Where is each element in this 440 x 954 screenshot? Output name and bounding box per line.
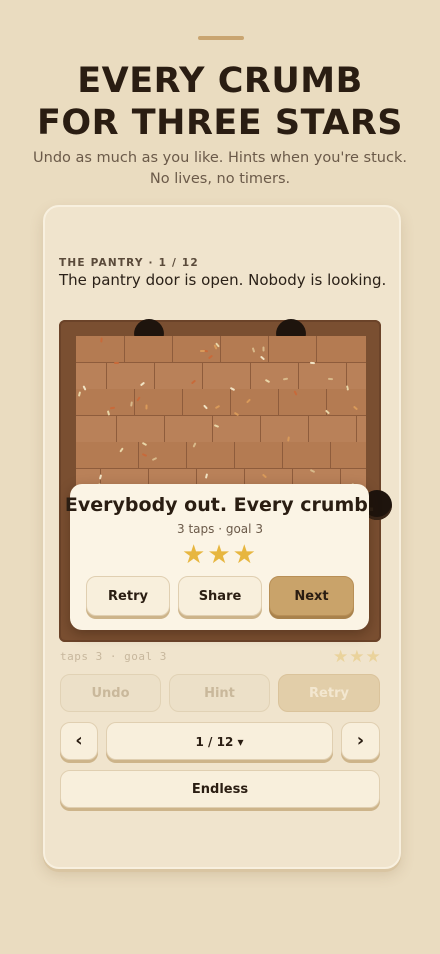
endless-button[interactable]: Endless	[60, 770, 380, 808]
plank-seam	[212, 415, 213, 442]
level-tag: THE PANTRY · 1 / 12	[59, 257, 199, 269]
page-subhead: Undo as much as you like. Hints when you…	[33, 150, 407, 187]
plank-seam	[124, 336, 125, 362]
crumb	[327, 377, 334, 381]
plank-seam	[316, 336, 317, 362]
crumb	[145, 404, 148, 410]
plank-seam	[282, 442, 283, 468]
floor-plank-row	[76, 389, 366, 416]
floor-plank-row	[76, 442, 366, 469]
chevron-right-icon: ›	[356, 730, 365, 751]
hint-button[interactable]: Hint	[169, 674, 270, 712]
result-title: Everybody out. Every crumb.	[64, 494, 376, 516]
level-stars: ★★★	[333, 647, 382, 667]
headline-line-1: EVERY CRUMB	[77, 61, 363, 101]
plank-seam	[106, 362, 107, 389]
floor-plank-row	[76, 415, 366, 443]
chevron-left-icon: ‹	[75, 730, 83, 751]
plank-seam	[202, 362, 203, 389]
result-stars: ★★★	[182, 540, 258, 570]
plank-seam	[268, 336, 269, 362]
plank-seam	[164, 415, 165, 442]
level-picker[interactable]: 1 / 12 ▾	[106, 722, 333, 760]
level-description: The pantry door is open. Nobody is looki…	[59, 271, 387, 289]
result-summary: 3 taps · goal 3	[177, 522, 263, 536]
sheet-grabber[interactable]	[198, 36, 244, 40]
retry-button[interactable]: Retry	[278, 674, 380, 712]
plank-seam	[298, 362, 299, 389]
plank-seam	[154, 362, 155, 389]
plank-seam	[260, 415, 261, 442]
plank-seam	[134, 389, 135, 415]
plank-seam	[172, 336, 173, 362]
tap-stats: taps 3 · goal 3	[60, 650, 167, 663]
dialog-retry-button[interactable]: Retry	[86, 576, 170, 616]
headline-line-2: FOR THREE STARS	[36, 103, 404, 143]
plank-seam	[234, 442, 235, 468]
plank-seam	[330, 442, 331, 468]
plank-seam	[356, 415, 357, 442]
plank-seam	[182, 389, 183, 415]
undo-button[interactable]: Undo	[60, 674, 161, 712]
plank-seam	[220, 336, 221, 362]
crumb	[114, 362, 119, 364]
dialog-share-button[interactable]: Share	[178, 576, 262, 616]
floor-plank-row	[76, 362, 366, 390]
dialog-next-button[interactable]: Next	[269, 576, 354, 616]
plank-seam	[186, 442, 187, 468]
plank-seam	[250, 362, 251, 389]
prev-level-button[interactable]: ‹	[60, 722, 98, 760]
crumb	[309, 361, 316, 365]
plank-seam	[278, 389, 279, 415]
plank-seam	[138, 442, 139, 468]
plank-seam	[308, 415, 309, 442]
page-headline: EVERY CRUMB FOR THREE STARS	[0, 60, 440, 144]
plank-seam	[116, 415, 117, 442]
floor-plank-row	[76, 336, 366, 363]
next-level-button[interactable]: ›	[341, 722, 380, 760]
crumb	[199, 349, 206, 353]
plank-seam	[230, 389, 231, 415]
crumb	[262, 346, 265, 352]
